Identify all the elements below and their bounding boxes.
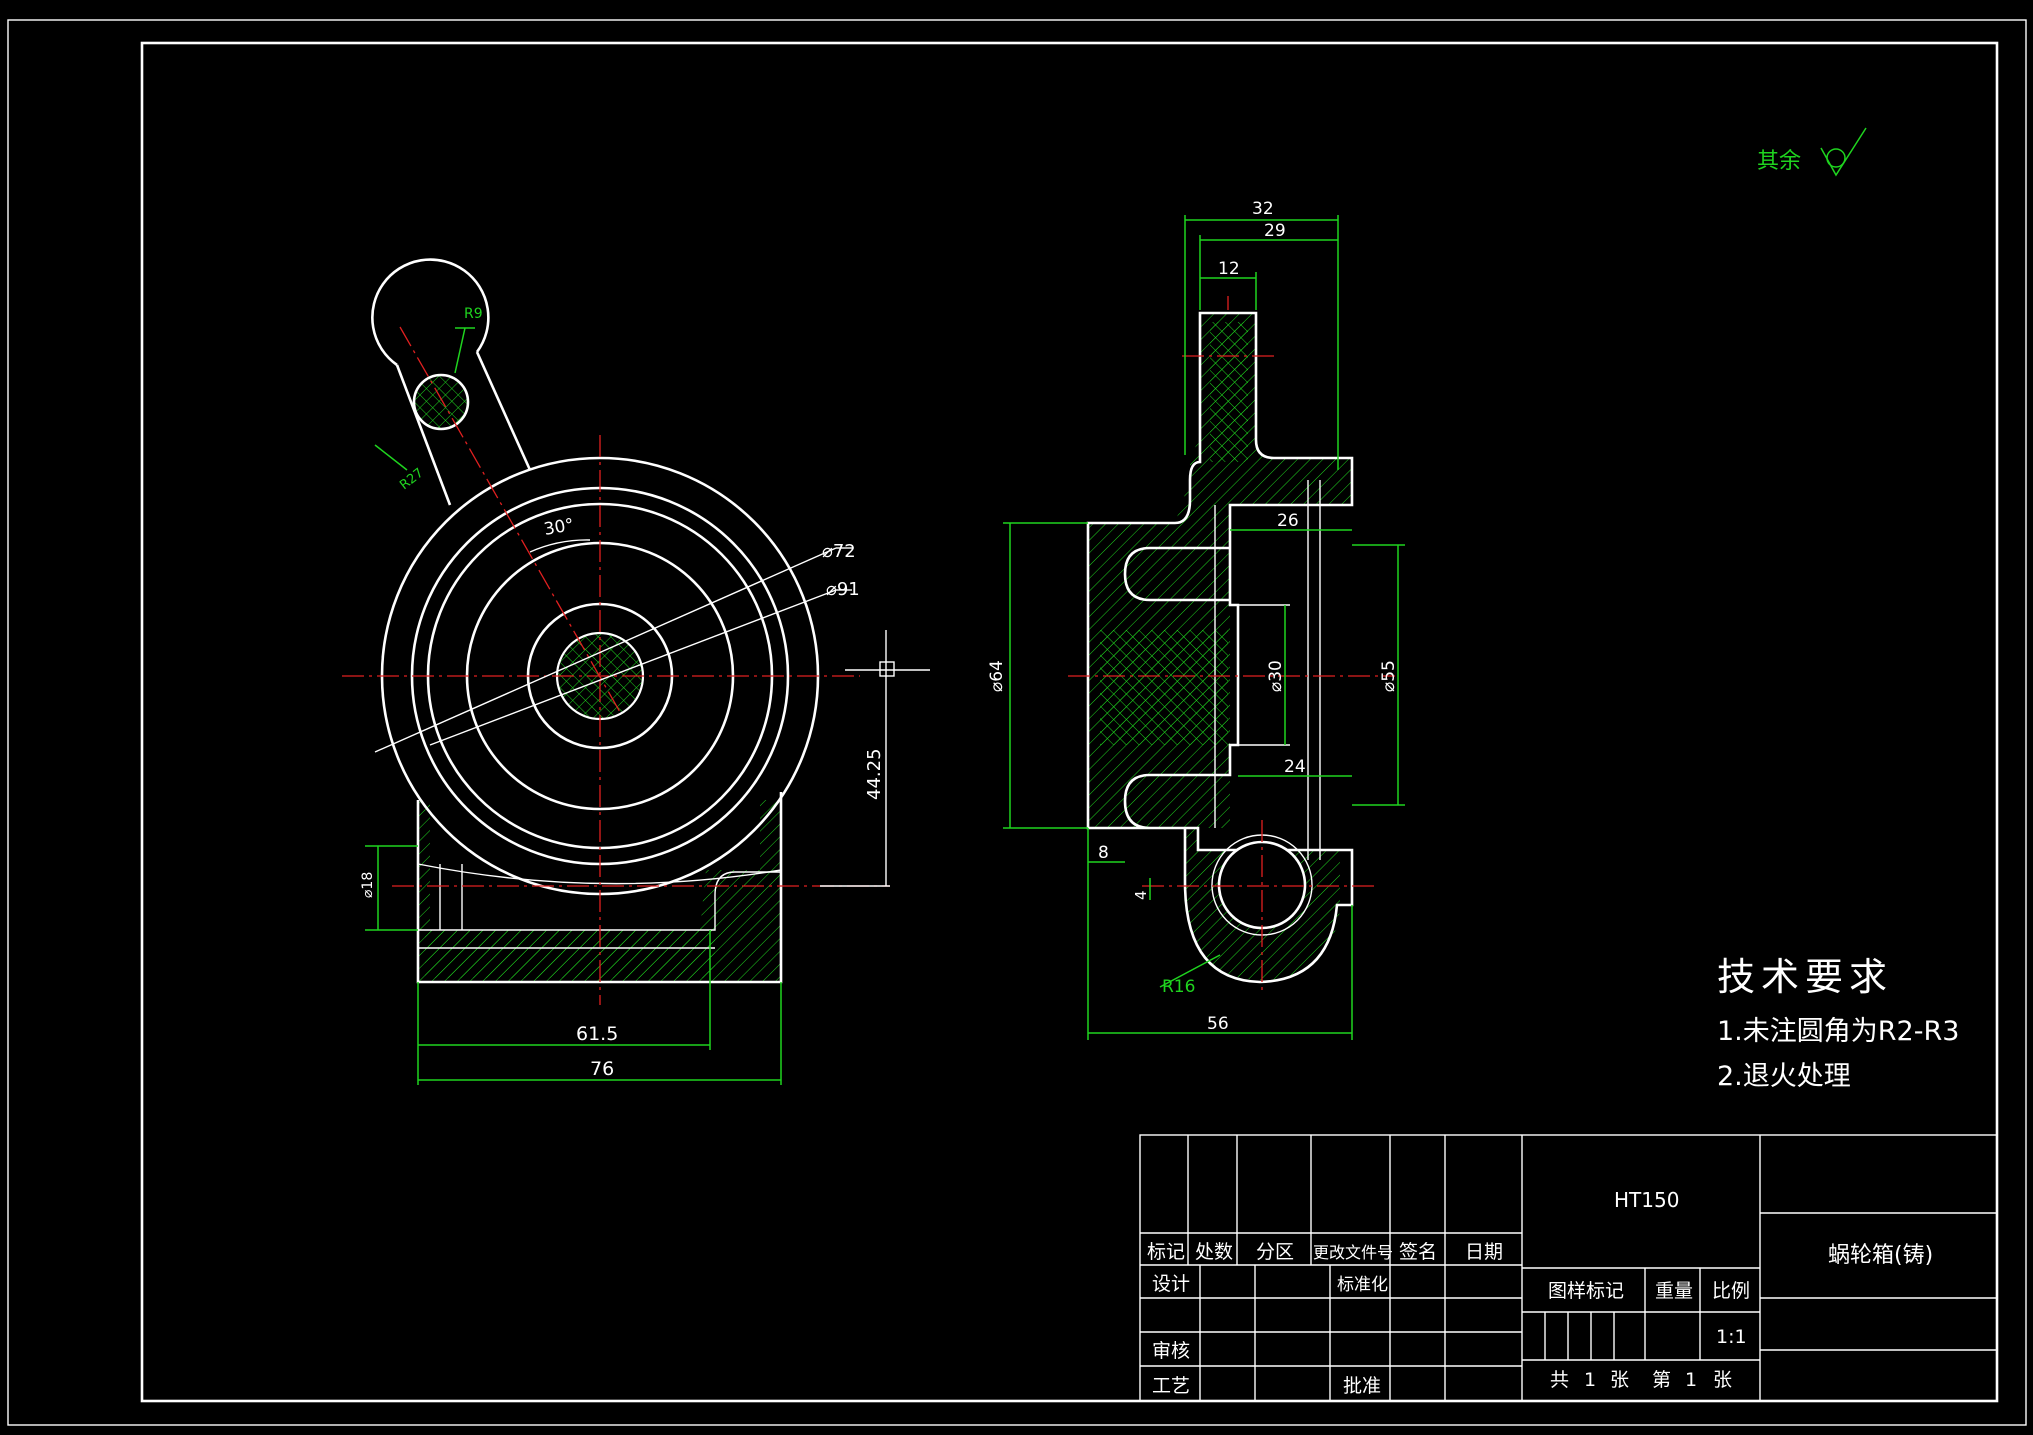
dim-56: 56 [1207, 1014, 1229, 1034]
side-hub-xhatch [1100, 630, 1228, 745]
tech-req-title: 技术要求 [1717, 955, 1893, 999]
outer-border [7, 19, 2027, 1426]
scale-label: 比例 [1712, 1280, 1750, 1302]
dim-r27: R27 [397, 466, 426, 494]
dim-d91: ⌀91 [826, 579, 860, 600]
dim-44-25: 44.25 [864, 748, 885, 800]
dim-4: 4 [1132, 890, 1150, 900]
weight-label: 重量 [1655, 1280, 1693, 1302]
technical-requirements: 技术要求 1.未注圆角为R2-R3 2.退火处理 [1717, 955, 1959, 1092]
dim-26: 26 [1277, 511, 1299, 531]
dim-29: 29 [1264, 221, 1286, 241]
design-label: 设计 [1152, 1273, 1190, 1295]
sheet-no: 1 [1685, 1369, 1697, 1391]
dim-d55: ⌀55 [1379, 660, 1399, 692]
part-name: 蜗轮箱(铸) [1828, 1243, 1933, 1268]
sheet-unit-1: 张 [1610, 1369, 1629, 1391]
stage-mark-label: 图样标记 [1548, 1280, 1624, 1302]
dim-d18: ⌀18 [360, 872, 376, 898]
surface-roughness-symbol: 其余 [1757, 127, 1867, 177]
review-label: 审核 [1152, 1340, 1190, 1362]
dim-r9: R9 [464, 306, 483, 322]
dim-24: 24 [1284, 757, 1306, 777]
sheets-total: 1 [1584, 1369, 1596, 1391]
front-view: R9 R27 30° ⌀72 ⌀91 44.25 ⌀18 61.5 76 [342, 258, 930, 1085]
dim-8: 8 [1098, 843, 1109, 863]
rev-header: 标记 [1147, 1241, 1185, 1263]
sheet-unit-2: 张 [1713, 1369, 1732, 1391]
sheet-no-label: 第 [1652, 1369, 1671, 1391]
sheets-total-label: 共 [1550, 1369, 1569, 1391]
front-boss-hole [412, 373, 470, 431]
rev-header: 分区 [1256, 1241, 1294, 1263]
title-block: HT150 蜗轮箱(铸) 标记 处数 分区 更改文件号 签名 日期 设计 标准化… [1139, 1134, 1998, 1402]
front-base-hatch-2 [425, 930, 715, 978]
dim-d30: ⌀30 [1266, 660, 1286, 692]
material-label: HT150 [1614, 1188, 1679, 1212]
surface-symbol-label: 其余 [1757, 149, 1801, 174]
dim-d64: ⌀64 [987, 660, 1007, 692]
dim-12: 12 [1218, 259, 1240, 279]
tech-req-item: 2.退火处理 [1717, 1061, 1851, 1092]
rev-header: 处数 [1195, 1241, 1233, 1263]
dim-angle-30: 30° [542, 515, 575, 540]
rev-header: 日期 [1465, 1241, 1503, 1263]
process-label: 工艺 [1152, 1375, 1190, 1397]
dim-r16: R16 [1162, 977, 1195, 997]
dim-61-5: 61.5 [576, 1023, 618, 1045]
dim-76: 76 [590, 1058, 614, 1080]
side-view: 32 29 12 26 ⌀64 ⌀30 ⌀55 24 8 4 R16 56 [987, 199, 1405, 1040]
tech-req-item: 1.未注圆角为R2-R3 [1717, 1016, 1959, 1047]
standardize-label: 标准化 [1337, 1275, 1388, 1295]
scale-value: 1:1 [1716, 1326, 1747, 1348]
approve-label: 批准 [1343, 1375, 1381, 1397]
dim-d72: ⌀72 [822, 541, 856, 562]
rev-header: 签名 [1399, 1241, 1437, 1263]
cad-drawing: R9 R27 30° ⌀72 ⌀91 44.25 ⌀18 61.5 76 32 … [7, 19, 2027, 1426]
dim-32: 32 [1252, 199, 1274, 219]
side-shaft-xhatch [1210, 322, 1248, 462]
drawing-frame [140, 41, 1999, 1403]
rev-header: 更改文件号 [1313, 1243, 1393, 1262]
